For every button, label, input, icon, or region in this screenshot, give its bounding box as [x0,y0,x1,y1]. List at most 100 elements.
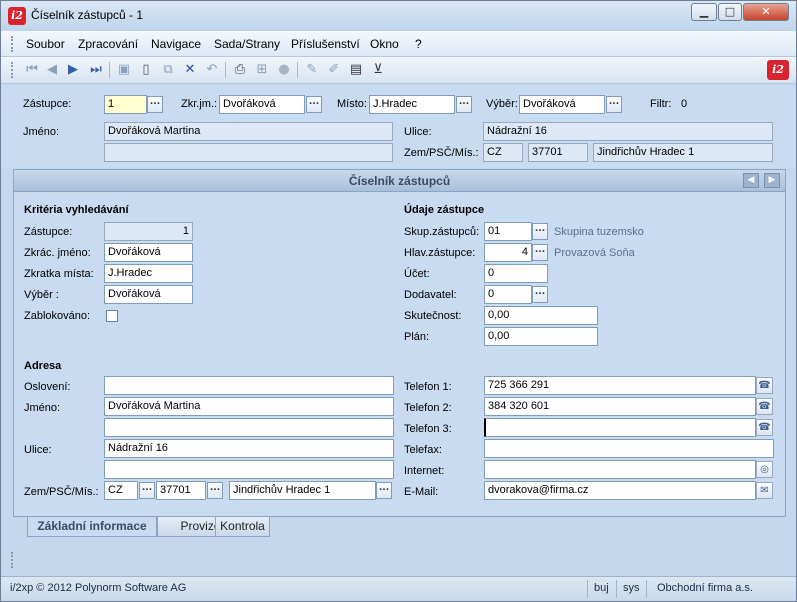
maximize-button[interactable]: □ [718,3,742,21]
crit-zkratka-field[interactable]: J.Hradec [104,264,193,283]
phone-dial-icon[interactable]: ☎ [756,398,773,415]
tab-kontrola[interactable]: Kontrola [215,517,270,537]
ucet-field[interactable]: 0 [484,264,548,283]
menu-help[interactable]: ? [415,37,422,51]
vyber-label: Výběr: [486,98,518,110]
internet-field[interactable] [484,460,756,479]
adr-zem-lookup-button[interactable]: ... [139,482,155,499]
mesto-field: Jindřichův Hradec 1 [593,143,773,162]
skut-field[interactable]: 0,00 [484,306,598,325]
tel1-field[interactable]: 725 366 291 [484,376,756,395]
new-record-icon[interactable]: ▯ [137,61,155,79]
disabled-round-icon[interactable]: ● [275,61,293,79]
adr-jmeno2-field[interactable] [104,418,394,437]
close-button[interactable]: ✕ [743,3,789,21]
first-record-icon[interactable]: ⏮ [23,61,41,79]
dodav-field[interactable]: 0 [484,285,532,304]
report-icon[interactable]: ▤ [347,61,365,79]
zastupce-field[interactable]: 1 [104,95,147,114]
app-logo-icon: i2 [8,7,26,25]
panel-prev-button[interactable]: ◀ [743,173,759,188]
adresa-heading: Adresa [24,360,62,372]
dodav-lookup-button[interactable]: ... [532,286,548,303]
last-record-icon[interactable]: ⏭ [87,61,105,79]
zastupce-lookup-button[interactable]: ... [147,96,163,113]
tel3-field[interactable] [484,418,756,437]
misto-lookup-button[interactable]: ... [456,96,472,113]
crit-vyber-label: Výběr : [24,289,59,301]
filtr-label: Filtr: [650,98,672,110]
zkrjm-field[interactable]: Dvořáková [219,95,305,114]
tel1-label: Telefon 1: [404,381,452,393]
vyber-field[interactable]: Dvořáková [519,95,605,114]
tab-zakladni-informace[interactable]: Základní informace [27,517,157,537]
menu-sada-strany[interactable]: Sada/Strany [214,37,280,51]
previous-record-icon[interactable]: ◀ [43,61,61,79]
adr-mesto-lookup-button[interactable]: ... [376,482,392,499]
phone-dial-icon[interactable]: ☎ [756,377,773,394]
fax-field[interactable] [484,439,774,458]
adr-zem-field[interactable]: CZ [104,481,138,500]
tel2-field[interactable]: 384 320 601 [484,397,756,416]
plan-field[interactable]: 0,00 [484,327,598,346]
save-icon[interactable]: ▣ [115,61,133,79]
filter-icon[interactable]: ⊻ [369,61,387,79]
adr-ulice2-field[interactable] [104,460,394,479]
mail-icon[interactable]: ✉ [756,482,773,499]
globe-icon[interactable]: ◎ [756,461,773,478]
adr-jmeno-field[interactable]: Dvořáková Martina [104,397,394,416]
skup-field[interactable]: 01 [484,222,532,241]
toolbar-separator [225,62,226,78]
menu-prislusenstvi[interactable]: Příslušenství [291,37,360,51]
adr-psc-field[interactable]: 37701 [156,481,206,500]
edit-pen2-icon[interactable]: ✐ [325,61,343,79]
status-separator [646,580,647,598]
crit-zkratka-label: Zkratka místa: [24,268,94,280]
panel-header: Číselník zástupců ◀ ▶ [14,170,785,192]
misto-field[interactable]: J.Hradec [369,95,455,114]
filtr-value: 0 [681,98,688,110]
hlav-label: Hlav.zástupce: [404,247,476,259]
next-record-icon[interactable]: ▶ [64,61,82,79]
zablokovano-checkbox[interactable] [106,310,118,322]
menu-okno[interactable]: Okno [370,37,399,51]
message-grip[interactable] [11,552,14,568]
adr-ulice-field[interactable]: Nádražní 16 [104,439,394,458]
zkrjm-label: Zkr.jm.: [181,98,218,110]
toolbar-grip[interactable] [11,62,14,78]
crit-zkrac-field[interactable]: Dvořáková [104,243,193,262]
minimize-button[interactable]: ▁ [691,3,717,21]
title-bar[interactable]: i2 Číselník zástupců - 1 ▁ □ ✕ [1,1,796,31]
email-field[interactable]: dvorakova@firma.cz [484,481,756,500]
status-company: Obchodní firma a.s. [657,582,753,594]
menu-zpracovani[interactable]: Zpracování [78,37,138,51]
panel-next-button[interactable]: ▶ [764,173,780,188]
crit-zablok-label: Zablokováno: [24,310,91,322]
menu-grip[interactable] [11,36,14,52]
osloveni-field[interactable] [104,376,394,395]
zkrjm-lookup-button[interactable]: ... [306,96,322,113]
delete-icon[interactable]: ✕ [181,61,199,79]
menu-navigace[interactable]: Navigace [151,37,201,51]
menu-soubor[interactable]: Soubor [26,37,65,51]
tab-strip: Základní informace Provize Kontrola [13,517,786,539]
status-db: sys [623,582,640,594]
toolbar-separator [297,62,298,78]
phone-dial-icon[interactable]: ☎ [756,419,773,436]
skup-lookup-button[interactable]: ... [532,223,548,240]
crit-zastupce-field: 1 [104,222,193,241]
adr-psc-lookup-button[interactable]: ... [207,482,223,499]
hlav-lookup-button[interactable]: ... [532,244,548,261]
tree-icon[interactable]: ⊞ [253,61,271,79]
status-user: buj [594,582,609,594]
adr-mesto-field[interactable]: Jindřichův Hradec 1 [229,481,376,500]
print-icon[interactable]: ⎙ [231,61,249,79]
undo-icon[interactable]: ↶ [203,61,221,79]
hlav-field[interactable]: 4 [484,243,532,262]
crit-vyber-field[interactable]: Dvořáková [104,285,193,304]
vyber-lookup-button[interactable]: ... [606,96,622,113]
copy-record-icon[interactable]: ⧉ [159,61,177,79]
menu-bar: Soubor Zpracování Navigace Sada/Strany P… [1,31,796,57]
edit-pen-icon[interactable]: ✎ [303,61,321,79]
zem-field: CZ [483,143,523,162]
